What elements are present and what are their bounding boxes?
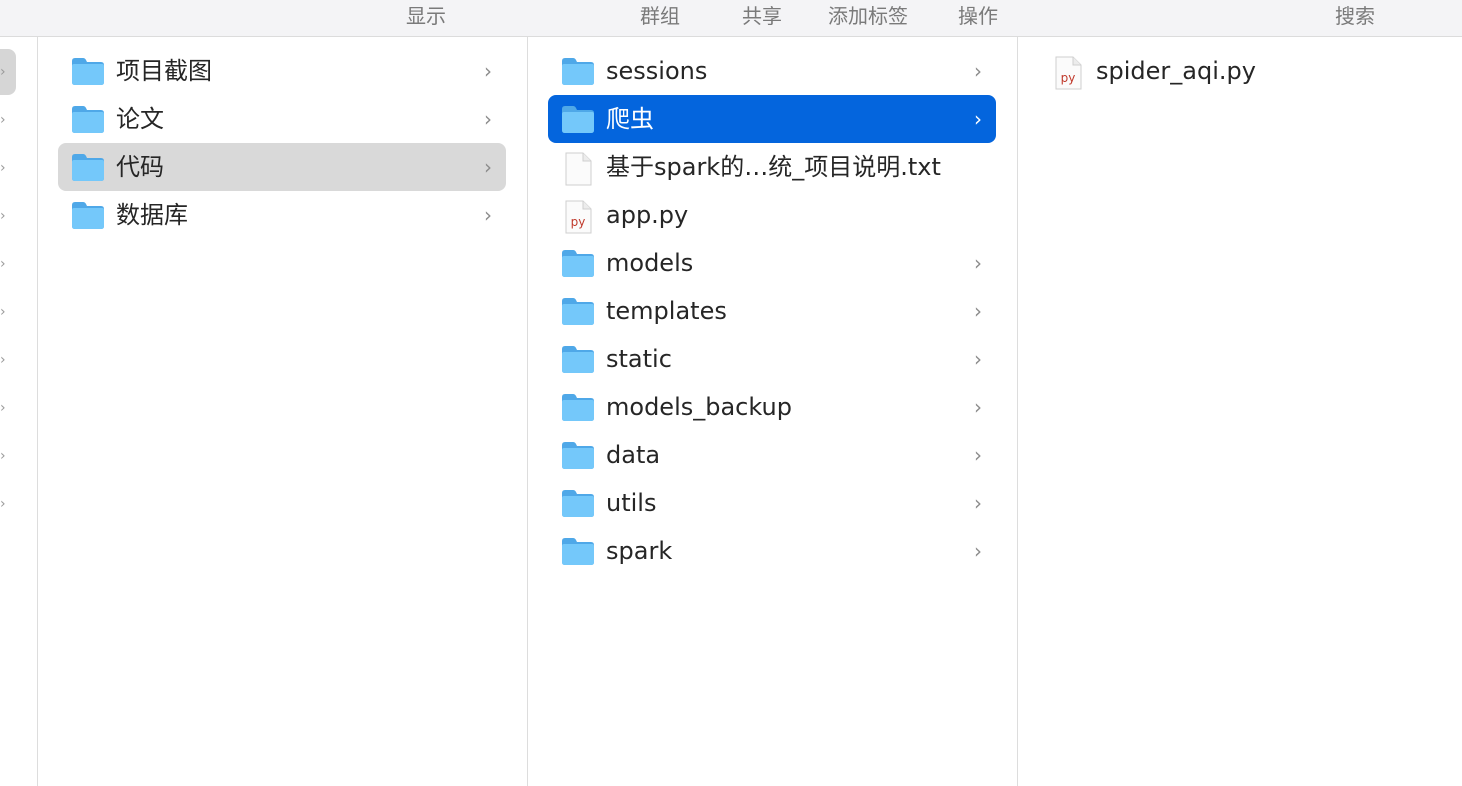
item-name: static: [606, 345, 672, 373]
chevron-right-icon: ›: [974, 395, 982, 419]
chevron-right-icon: ›: [0, 208, 6, 224]
action-button[interactable]: 操作: [958, 4, 998, 28]
folder-icon: [560, 296, 596, 326]
item-name: 数据库: [116, 201, 188, 229]
group-button[interactable]: 群组: [640, 4, 680, 28]
folder-icon: [560, 536, 596, 566]
svg-text:py: py: [1061, 71, 1076, 85]
chevron-right-icon: ›: [0, 64, 6, 80]
chevron-right-icon: ›: [974, 59, 982, 83]
chevron-right-icon: ›: [0, 304, 6, 320]
folder-row-item-3[interactable]: 代码 ›: [58, 143, 506, 191]
column-2: sessions › 爬虫 › 基于spark的…统_项目说明.txtpy app.py m…: [528, 37, 1018, 786]
folder-icon: [560, 248, 596, 278]
chevron-right-icon: ›: [974, 251, 982, 275]
folder-row-static[interactable]: static ›: [548, 335, 996, 383]
python-file-icon: py: [1050, 56, 1086, 90]
folder-row-models[interactable]: models ›: [548, 239, 996, 287]
folder-row-utils[interactable]: utils ›: [548, 479, 996, 527]
item-name: 论文: [116, 105, 164, 133]
search-button[interactable]: 搜索: [1335, 4, 1375, 28]
item-name: 项目截图: [116, 57, 212, 85]
item-name: sessions: [606, 57, 708, 85]
svg-text:py: py: [571, 215, 586, 229]
item-name: 爬虫: [606, 105, 654, 133]
chevron-right-icon: ›: [0, 256, 6, 272]
folder-row-item-2[interactable]: 爬虫 ›: [548, 95, 996, 143]
chevron-right-icon: ›: [484, 203, 492, 227]
folder-icon: [560, 56, 596, 86]
folder-row-templates[interactable]: templates ›: [548, 287, 996, 335]
chevron-right-icon: ›: [974, 443, 982, 467]
chevron-right-icon: ›: [974, 491, 982, 515]
item-name: models: [606, 249, 694, 277]
folder-icon: [560, 344, 596, 374]
finder-toolbar: 显示 群组 共享 添加标签 操作 搜索: [0, 0, 1462, 37]
chevron-right-icon: ›: [0, 112, 6, 128]
chevron-right-icon: ›: [974, 299, 982, 323]
folder-row-data[interactable]: data ›: [548, 431, 996, 479]
folder-icon: [560, 392, 596, 422]
file-row-spark-txt[interactable]: 基于spark的…统_项目说明.txt: [548, 143, 996, 191]
chevron-right-icon: ›: [484, 59, 492, 83]
add-tag-button[interactable]: 添加标签: [828, 4, 908, 28]
item-name: app.py: [606, 201, 689, 229]
folder-row-models-backup[interactable]: models_backup ›: [548, 383, 996, 431]
item-name: spark: [606, 537, 673, 565]
python-file-icon: py: [560, 200, 596, 234]
folder-icon: [70, 56, 106, 86]
column-browser: › › › › › › › › › › 项目截图 › 论文 › 代码 › 数据库 › sess…: [0, 37, 1462, 786]
chevron-right-icon: ›: [0, 400, 6, 416]
folder-row-spark[interactable]: spark ›: [548, 527, 996, 575]
folder-row-sessions[interactable]: sessions ›: [548, 47, 996, 95]
chevron-right-icon: ›: [974, 107, 982, 131]
chevron-right-icon: ›: [0, 160, 6, 176]
chevron-right-icon: ›: [0, 496, 6, 512]
item-name: templates: [606, 297, 727, 325]
item-name: 基于spark的…统_项目说明.txt: [606, 153, 941, 181]
previous-column[interactable]: › › › › › › › › › ›: [0, 37, 38, 786]
folder-row-item-4[interactable]: 数据库 ›: [58, 191, 506, 239]
item-name: models_backup: [606, 393, 792, 421]
share-button[interactable]: 共享: [742, 4, 782, 28]
folder-row-item-2[interactable]: 论文 ›: [58, 95, 506, 143]
view-button[interactable]: 显示: [406, 4, 446, 28]
folder-icon: [70, 104, 106, 134]
item-name: 代码: [116, 153, 164, 181]
chevron-right-icon: ›: [484, 107, 492, 131]
column-1: 项目截图 › 论文 › 代码 › 数据库 ›: [38, 37, 528, 786]
chevron-right-icon: ›: [974, 539, 982, 563]
chevron-right-icon: ›: [0, 352, 6, 368]
item-name: spider_aqi.py: [1096, 57, 1256, 85]
item-name: data: [606, 441, 661, 469]
folder-icon: [560, 440, 596, 470]
folder-icon: [560, 104, 596, 134]
folder-icon: [70, 200, 106, 230]
folder-row-item-1[interactable]: 项目截图 ›: [58, 47, 506, 95]
text-file-icon: [560, 152, 596, 186]
column-3: py spider_aqi.py: [1018, 37, 1462, 786]
file-row-spider-aqi-py[interactable]: py spider_aqi.py: [1038, 47, 1438, 95]
item-name: utils: [606, 489, 657, 517]
chevron-right-icon: ›: [484, 155, 492, 179]
folder-icon: [70, 152, 106, 182]
folder-icon: [560, 488, 596, 518]
chevron-right-icon: ›: [0, 448, 6, 464]
chevron-right-icon: ›: [974, 347, 982, 371]
file-row-app-py[interactable]: py app.py: [548, 191, 996, 239]
